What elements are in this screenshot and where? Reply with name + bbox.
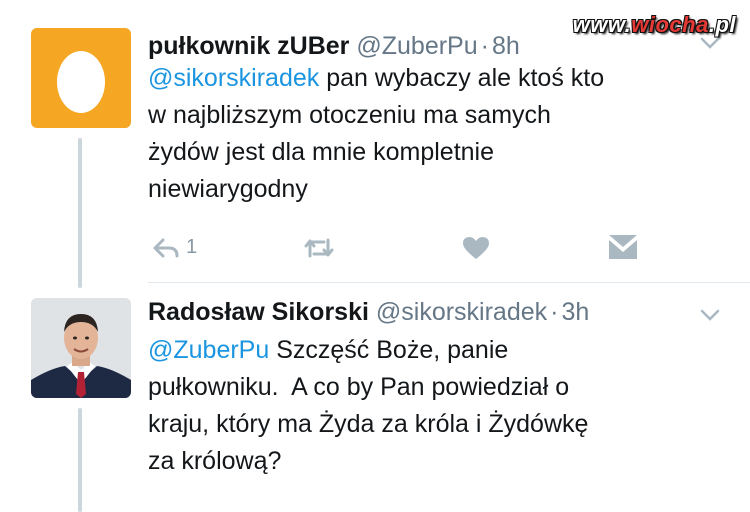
- tweet2-separator: ·: [550, 298, 559, 326]
- tweet1-line-4: niewiarygodny: [148, 175, 308, 203]
- tweet1-line-3: żydów jest dla mnie kompletnie: [148, 138, 494, 166]
- sikorski-avatar[interactable]: [31, 298, 131, 398]
- tweet2-line-3: kraju, który ma Żyda za króla i Żydówkę: [148, 410, 589, 438]
- tweet2-author-name[interactable]: Radosław Sikorski: [148, 298, 369, 326]
- retweet-button[interactable]: [302, 236, 336, 260]
- tweet2-chevron-down-icon[interactable]: [700, 302, 720, 328]
- tweet1-line-1: @sikorskiradek pan wybaczy ale ktoś kto: [148, 64, 605, 92]
- tweet2-header: Radosław Sikorski @sikorskiradek · 3h: [148, 298, 589, 327]
- tweet1-author-name[interactable]: pułkownik zUBer: [148, 32, 349, 60]
- tweet2-line-1: @ZuberPu Szczęść Boże, panie: [148, 336, 509, 364]
- tweet2-time[interactable]: 3h: [561, 298, 589, 326]
- tweet-divider: [148, 282, 750, 283]
- tweet1-mention[interactable]: @sikorskiradek: [148, 64, 319, 92]
- tweet1-line-2: w najbliższym otoczeniu ma samych: [148, 101, 551, 129]
- egg-avatar[interactable]: [31, 28, 131, 128]
- egg-icon: [57, 51, 105, 113]
- envelope-icon: [609, 235, 637, 259]
- tweet2-line-4: za królową?: [148, 447, 282, 475]
- thread-line-upper: [78, 138, 82, 288]
- tweet1-header: pułkownik zUBer @ZuberPu · 8h: [148, 32, 520, 61]
- tweet1-text: @sikorskiradek pan wybaczy ale ktoś kto …: [148, 60, 604, 208]
- profile-photo: [31, 298, 131, 398]
- thread-line-lower: [78, 408, 82, 512]
- reply-count: 1: [186, 236, 198, 258]
- reply-button[interactable]: 1: [152, 236, 197, 259]
- tweet1-separator: ·: [480, 32, 489, 60]
- retweet-icon: [304, 238, 334, 258]
- tweet2-line-2: pułkowniku. A co by Pan powiedział o: [148, 373, 570, 401]
- tweet1-chevron-down-icon[interactable]: [700, 30, 720, 56]
- heart-icon: [463, 237, 489, 259]
- tweet2-handle[interactable]: @sikorskiradek: [376, 298, 547, 326]
- tweet2-text: @ZuberPu Szczęść Boże, panie pułkowniku.…: [148, 332, 588, 480]
- tweet1-time[interactable]: 8h: [492, 32, 520, 60]
- direct-message-button[interactable]: [608, 234, 638, 260]
- tweet2-mention[interactable]: @ZuberPu: [148, 336, 269, 364]
- reply-icon: [153, 238, 179, 257]
- like-button[interactable]: [462, 236, 490, 260]
- tweet1-handle[interactable]: @ZuberPu: [356, 32, 477, 60]
